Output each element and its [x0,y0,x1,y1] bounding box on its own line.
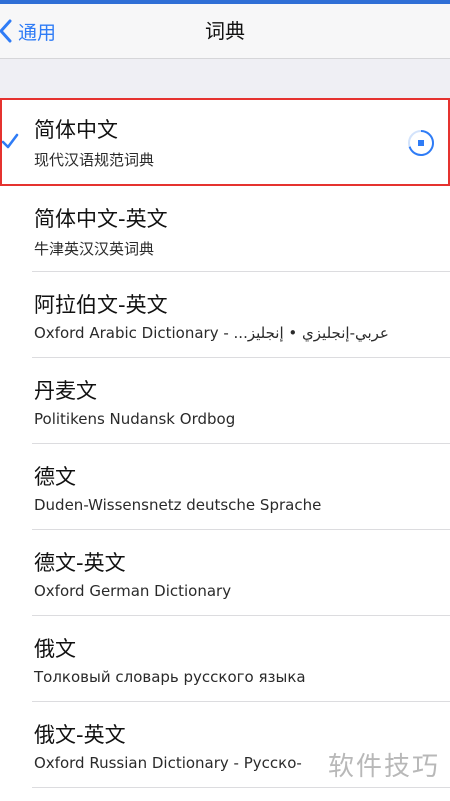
dictionary-row[interactable]: 丹麦文 Politikens Nudansk Ordbog [0,358,450,444]
download-progress-icon[interactable] [406,128,436,158]
dictionary-row-selected[interactable]: 简体中文 现代汉语规范词典 [0,98,450,186]
dictionary-title: 德文-英文 [34,551,126,575]
section-spacer [0,59,450,98]
back-button[interactable]: 通用 [0,4,56,58]
dictionary-title: 阿拉伯文-英文 [34,293,168,317]
dictionary-row[interactable]: 简体中文-英文 牛津英汉汉英词典 [0,186,450,272]
dictionary-subtitle: Duden-Wissensnetz deutsche Sprache [34,496,322,514]
watermark: 软件技巧 [321,746,442,783]
dictionary-subtitle: Oxford German Dictionary [34,582,232,600]
dictionary-subtitle: Politikens Nudansk Ordbog [34,410,236,428]
dictionary-row[interactable]: 俄文 Толковый словарь русского языка [0,616,450,702]
dictionary-row[interactable]: 阿拉伯文-英文 Oxford Arabic Dictionary - ...عر… [0,272,450,358]
dictionary-subtitle: 现代汉语规范词典 [34,151,155,169]
row-divider [32,787,450,788]
checkmark-icon [1,130,20,152]
dictionary-title: 简体中文-英文 [34,207,168,231]
dictionary-title: 德文 [34,465,76,489]
navigation-bar: 通用 词典 [0,4,450,59]
dictionary-subtitle: Oxford Russian Dictionary - Русско- [34,754,302,772]
dictionary-subtitle: Oxford Arabic Dictionary - ...عربي-إنجلي… [34,324,389,342]
dictionary-list: 简体中文 现代汉语规范词典 简体中文-英文 牛津英汉汉英词典 阿拉伯文-英文 O… [0,98,450,788]
dictionary-row[interactable]: 德文 Duden-Wissensnetz deutsche Sprache [0,444,450,530]
chevron-left-icon [0,16,16,46]
dictionary-row[interactable]: 德文-英文 Oxford German Dictionary [0,530,450,616]
dictionary-title: 简体中文 [34,118,118,142]
page-title: 词典 [205,19,245,43]
dictionary-subtitle: 牛津英汉汉英词典 [34,240,155,258]
dictionary-title: 俄文 [34,637,76,661]
dictionary-title: 丹麦文 [34,379,97,403]
dictionary-subtitle: Толковый словарь русского языка [34,668,306,686]
back-label: 通用 [18,21,57,44]
dictionary-title: 俄文-英文 [34,723,126,747]
